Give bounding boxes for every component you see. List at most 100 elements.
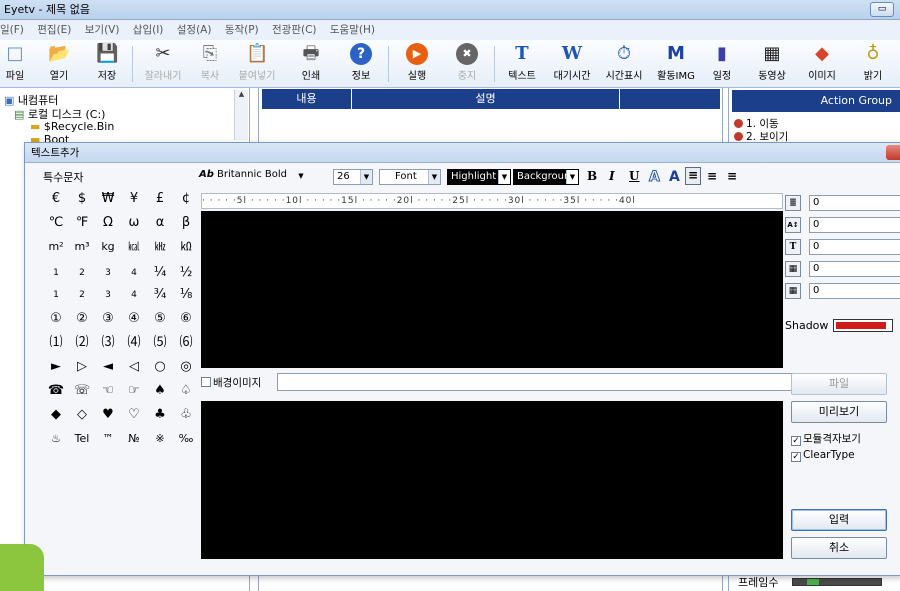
- special-char-button[interactable]: ④: [123, 309, 145, 329]
- special-char-button[interactable]: 1: [45, 263, 67, 283]
- wait-time-button[interactable]: W 대기시간: [550, 43, 594, 85]
- char-height-input[interactable]: 0: [809, 217, 900, 233]
- font-size-dropdown[interactable]: 26 ▼: [333, 169, 373, 185]
- shadow-color-swatch[interactable]: [833, 319, 893, 332]
- special-char-button[interactable]: ℉: [71, 213, 93, 233]
- tree-scrollbar[interactable]: ▲: [234, 90, 248, 140]
- special-char-button[interactable]: ㏀: [175, 237, 197, 257]
- special-char-button[interactable]: 1: [45, 285, 67, 305]
- file-button[interactable]: □ 파일: [2, 43, 28, 85]
- special-char-button[interactable]: ㎉: [123, 237, 145, 257]
- active-img-button[interactable]: M 활동IMG: [654, 43, 698, 85]
- special-char-button[interactable]: $: [71, 189, 93, 209]
- special-char-button[interactable]: ○: [149, 357, 171, 377]
- column-header-description[interactable]: 설명: [352, 89, 620, 109]
- special-char-button[interactable]: ◇: [71, 405, 93, 425]
- input-button[interactable]: 입력: [791, 509, 887, 531]
- special-char-button[interactable]: ⅛: [175, 285, 197, 305]
- run-button[interactable]: ▶ 실행: [402, 43, 432, 85]
- special-char-button[interactable]: β: [175, 213, 197, 233]
- special-char-button[interactable]: ‰: [175, 429, 197, 449]
- special-char-button[interactable]: 4: [123, 263, 145, 283]
- special-char-button[interactable]: ♣: [149, 405, 171, 425]
- frame-slider-thumb[interactable]: [807, 579, 819, 585]
- special-char-button[interactable]: ※: [149, 429, 171, 449]
- special-char-button[interactable]: 3: [97, 285, 119, 305]
- special-char-button[interactable]: ¾: [149, 285, 171, 305]
- special-char-button[interactable]: ⑵: [71, 333, 93, 353]
- info-button[interactable]: ? 정보: [346, 43, 376, 85]
- menu-settings[interactable]: 설정(A): [177, 24, 212, 36]
- menu-action[interactable]: 동작(P): [225, 24, 259, 36]
- time-display-button[interactable]: ⏱ 시간표시: [602, 43, 646, 85]
- underline-button[interactable]: U: [629, 169, 639, 183]
- menu-file[interactable]: 일(F): [0, 24, 24, 36]
- special-char-button[interactable]: ½: [175, 263, 197, 283]
- special-char-button[interactable]: ₩: [97, 189, 119, 209]
- copy-button[interactable]: ⎘ 복사: [196, 43, 224, 85]
- special-char-button[interactable]: ♧: [175, 405, 197, 425]
- special-char-button[interactable]: Ω: [97, 213, 119, 233]
- special-char-button[interactable]: kg: [97, 237, 119, 257]
- special-char-button[interactable]: ♨: [45, 429, 67, 449]
- font-dropdown[interactable]: Font ▼: [379, 169, 441, 185]
- image-button[interactable]: ◆ 이미지: [802, 43, 842, 85]
- special-char-button[interactable]: 3: [97, 263, 119, 283]
- special-char-button[interactable]: m³: [71, 237, 93, 257]
- special-char-button[interactable]: ⑹: [175, 333, 197, 353]
- line-spacing-input[interactable]: 0: [809, 195, 900, 211]
- special-char-button[interactable]: ω: [123, 213, 145, 233]
- text-button[interactable]: T 텍스트: [504, 43, 540, 85]
- font-name-dropdown[interactable]: ▼: [297, 169, 307, 185]
- special-char-button[interactable]: ¥: [123, 189, 145, 209]
- minimize-button[interactable]: ▭: [870, 2, 894, 17]
- special-char-button[interactable]: ℃: [45, 213, 67, 233]
- grid-view-checkbox[interactable]: ✓ 모듈격자보기: [791, 431, 861, 446]
- stop-button[interactable]: ✖ 중지: [452, 43, 482, 85]
- background-dropdown[interactable]: Background ▼: [513, 169, 579, 185]
- special-char-button[interactable]: ☜: [97, 381, 119, 401]
- schedule-button[interactable]: ▮ 일정: [708, 43, 736, 85]
- menu-help[interactable]: 도움말(H): [330, 24, 375, 36]
- special-char-button[interactable]: ③: [97, 309, 119, 329]
- special-char-button[interactable]: ⑥: [175, 309, 197, 329]
- special-char-button[interactable]: ⑤: [149, 309, 171, 329]
- special-char-button[interactable]: ™: [97, 429, 119, 449]
- bg-image-checkbox[interactable]: 배경이미지: [201, 375, 261, 390]
- column-header-content[interactable]: 내용: [262, 89, 352, 109]
- special-char-button[interactable]: ♥: [97, 405, 119, 425]
- offset-x-input[interactable]: 0: [809, 261, 900, 277]
- special-char-button[interactable]: ♡: [123, 405, 145, 425]
- preview-button[interactable]: 미리보기: [791, 401, 887, 423]
- special-char-button[interactable]: ►: [45, 357, 67, 377]
- special-char-button[interactable]: m²: [45, 237, 67, 257]
- special-char-button[interactable]: ◆: [45, 405, 67, 425]
- char-width-input[interactable]: 0: [809, 239, 900, 255]
- align-center-button[interactable]: ≡: [707, 169, 717, 183]
- special-char-button[interactable]: ◁: [123, 357, 145, 377]
- special-char-button[interactable]: Tel: [71, 429, 93, 449]
- save-button[interactable]: 💾 저장: [92, 43, 122, 85]
- open-button[interactable]: 📂 열기: [44, 43, 74, 85]
- special-char-button[interactable]: ☎: [45, 381, 67, 401]
- print-button[interactable]: 🖶 인쇄: [296, 43, 326, 85]
- menu-insert[interactable]: 삽입(I): [133, 24, 164, 36]
- special-char-button[interactable]: α: [149, 213, 171, 233]
- special-char-button[interactable]: ¢: [175, 189, 197, 209]
- special-char-button[interactable]: ◎: [175, 357, 197, 377]
- special-char-button[interactable]: ⑸: [149, 333, 171, 353]
- bold-button[interactable]: B: [587, 169, 597, 183]
- special-char-button[interactable]: ☞: [123, 381, 145, 401]
- special-char-button[interactable]: ♠: [149, 381, 171, 401]
- special-char-button[interactable]: ☏: [71, 381, 93, 401]
- outline-button[interactable]: A: [649, 169, 661, 186]
- file-button[interactable]: 파일: [791, 373, 887, 395]
- menu-edit[interactable]: 편집(E): [37, 24, 71, 36]
- special-char-button[interactable]: ①: [45, 309, 67, 329]
- paste-button[interactable]: 📋 붙여넣기: [232, 43, 282, 85]
- special-char-button[interactable]: €: [45, 189, 67, 209]
- align-right-button[interactable]: ≡: [727, 169, 737, 183]
- special-char-button[interactable]: ⑶: [97, 333, 119, 353]
- special-char-button[interactable]: ¼: [149, 263, 171, 283]
- special-char-button[interactable]: 2: [71, 263, 93, 283]
